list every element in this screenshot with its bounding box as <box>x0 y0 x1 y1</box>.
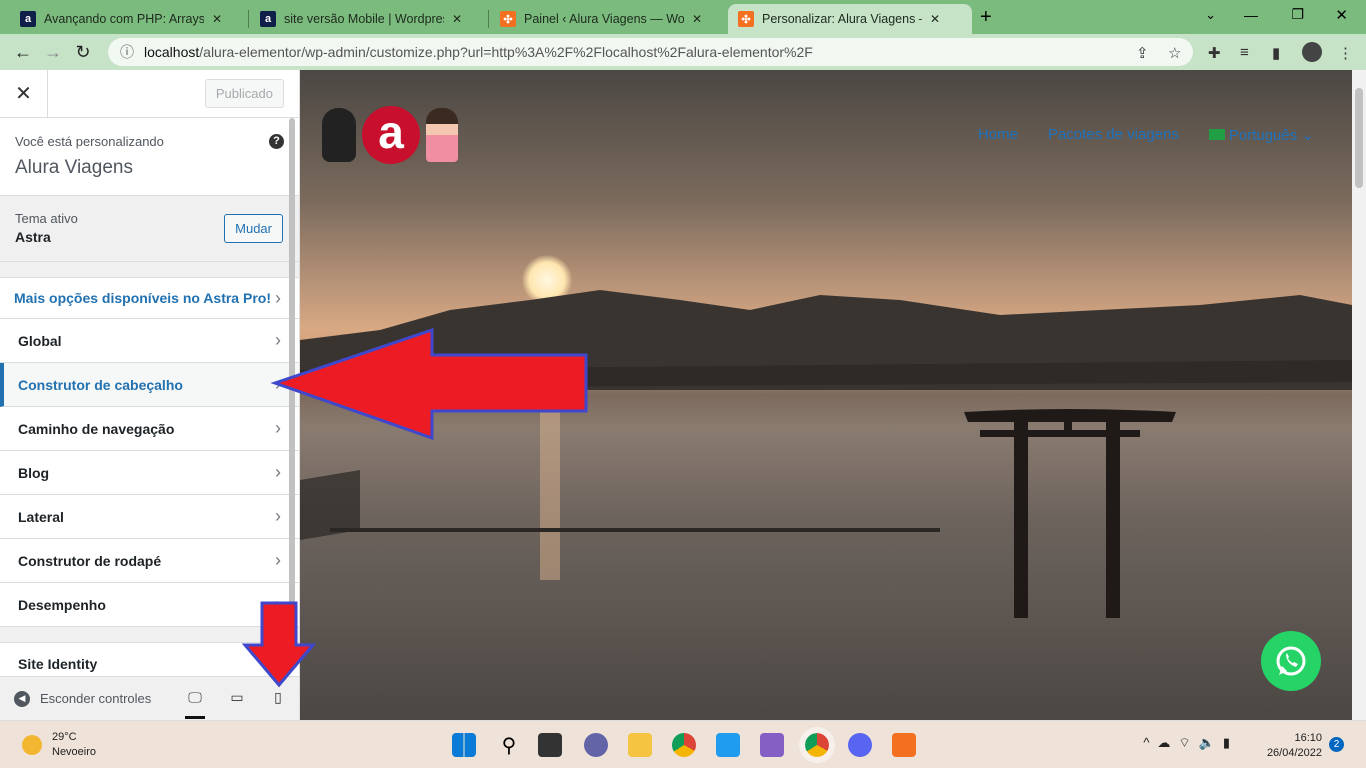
sidebar-scrollbar[interactable] <box>289 118 295 608</box>
alura-icon: a <box>260 11 276 27</box>
menu-home[interactable]: Home <box>978 126 1018 144</box>
chevron-right-icon: › <box>275 418 281 438</box>
search-icon[interactable]: ⚲ <box>497 733 521 757</box>
close-customizer-button[interactable]: ✕ <box>0 70 48 118</box>
share-icon[interactable]: ⇪ <box>1136 44 1149 62</box>
forward-button[interactable]: → <box>38 42 68 63</box>
astra-pro-link[interactable]: Mais opções disponíveis no Astra Pro! › <box>0 277 299 319</box>
menu-icon[interactable]: ⋮ <box>1338 44 1353 62</box>
close-tab-icon[interactable]: ✕ <box>452 12 462 26</box>
geisha-mascot-icon <box>426 108 458 162</box>
site-logo[interactable]: a <box>322 106 458 164</box>
chevron-right-icon: › <box>275 550 281 570</box>
section-performance[interactable]: Desempenho › <box>0 583 299 627</box>
file-explorer-icon[interactable] <box>628 733 652 757</box>
weather-icon <box>22 735 42 755</box>
vscode-icon[interactable] <box>716 733 740 757</box>
bookmark-star-icon[interactable]: ☆ <box>1168 44 1181 62</box>
chevron-right-icon: › <box>275 287 281 308</box>
media-icon[interactable]: ≡ <box>1240 44 1249 61</box>
minimize-button[interactable]: — <box>1244 7 1258 23</box>
section-header-builder[interactable]: Construtor de cabeçalho › <box>0 363 299 407</box>
browser-tab[interactable]: aAvançando com PHP: Arrays, Strings✕ <box>10 4 232 34</box>
profile-avatar[interactable] <box>1302 42 1322 62</box>
close-tab-icon[interactable]: ✕ <box>212 12 222 26</box>
weather-widget[interactable]: 29°C Nevoeiro <box>22 731 96 758</box>
close-tab-icon[interactable]: ✕ <box>930 12 940 26</box>
menu-language[interactable]: Português ⌄ <box>1208 126 1314 144</box>
whatsapp-icon <box>1276 646 1306 676</box>
section-global[interactable]: Global › <box>0 319 299 363</box>
visual-studio-icon[interactable] <box>760 733 784 757</box>
chevron-right-icon: › <box>275 506 281 526</box>
taskbar: 29°C Nevoeiro ⚲ ^☁︎⌔🔈▮ 16:10 26/04/2022 2 <box>0 720 1366 768</box>
close-tab-icon[interactable]: ✕ <box>692 12 702 26</box>
menu-packages[interactable]: Pacotes de viagens <box>1048 126 1179 144</box>
collapse-icon[interactable]: ◀ <box>14 690 30 707</box>
chrome-icon[interactable] <box>672 733 696 757</box>
alura-icon: a <box>20 11 36 27</box>
clock[interactable]: 16:10 26/04/2022 <box>1267 731 1322 761</box>
reload-button[interactable]: ↻ <box>68 42 98 63</box>
mobile-preview-icon[interactable]: ▯ <box>268 689 288 709</box>
extensions-icon[interactable]: ✚ <box>1208 44 1221 62</box>
tablet-preview-icon[interactable]: ▭ <box>227 689 247 709</box>
teams-icon[interactable] <box>584 733 608 757</box>
notification-badge[interactable]: 2 <box>1329 737 1344 752</box>
task-view-icon[interactable] <box>538 733 562 757</box>
publish-button[interactable]: Publicado <box>204 79 284 108</box>
customizer-sidebar: ✕ Publicado Você está personalizando Alu… <box>0 70 300 720</box>
site-name: Alura Viagens <box>15 157 133 178</box>
xampp-icon: ✣ <box>500 11 516 27</box>
desktop-preview-icon[interactable]: 🖵 <box>185 689 205 719</box>
tab-search-icon[interactable]: ⌄ <box>1205 7 1216 23</box>
alura-logo: a <box>362 106 420 164</box>
change-theme-button[interactable]: Mudar <box>224 214 283 243</box>
info-icon: ⓘ <box>120 44 134 60</box>
browser-tab-active[interactable]: ✣Personalizar: Alura Viagens – Só n✕ <box>728 4 972 34</box>
brazil-flag-icon <box>1208 129 1225 140</box>
browser-tab[interactable]: asite versão Mobile | Wordpress: i✕ <box>250 4 472 34</box>
hide-controls-button[interactable]: Esconder controles <box>40 691 151 706</box>
help-icon[interactable]: ? <box>269 134 284 149</box>
tab-bar: aAvançando com PHP: Arrays, Strings✕ asi… <box>0 0 1366 34</box>
side-panel-icon[interactable]: ▮ <box>1272 44 1280 62</box>
address-bar[interactable]: ⓘ localhost/alura-elementor/wp-admin/cust… <box>108 38 1193 66</box>
browser-toolbar: ← → ↻ ⓘ localhost/alura-elementor/wp-admi… <box>0 34 1366 70</box>
chrome-profile-icon[interactable] <box>799 727 835 763</box>
start-icon[interactable] <box>452 733 476 757</box>
landscape-graphic <box>300 290 1352 618</box>
section-footer-builder[interactable]: Construtor de rodapé › <box>0 539 299 583</box>
chevron-right-icon: › <box>275 330 281 350</box>
site-menu: Home Pacotes de viagens Português ⌄ <box>978 126 1314 144</box>
xampp-icon[interactable] <box>892 733 916 757</box>
whatsapp-button[interactable] <box>1261 631 1321 691</box>
new-tab-button[interactable]: + <box>980 6 992 29</box>
browser-tab[interactable]: ✣Painel ‹ Alura Viagens — WordPr✕ <box>490 4 712 34</box>
chevron-right-icon: › <box>275 462 281 482</box>
chevron-right-icon: › <box>275 594 281 614</box>
close-window-button[interactable]: ✕ <box>1335 6 1348 24</box>
back-button[interactable]: ← <box>8 42 38 63</box>
section-blog[interactable]: Blog › <box>0 451 299 495</box>
customizer-footer: ◀ Esconder controles 🖵 ▭ ▯ <box>0 676 299 720</box>
xampp-icon: ✣ <box>738 11 754 27</box>
section-breadcrumb[interactable]: Caminho de navegação › <box>0 407 299 451</box>
discord-icon[interactable] <box>848 733 872 757</box>
chevron-right-icon: › <box>275 374 281 394</box>
section-sidebar[interactable]: Lateral › <box>0 495 299 539</box>
restore-button[interactable]: ❐ <box>1291 6 1304 23</box>
preview-scrollbar[interactable] <box>1352 70 1366 720</box>
system-tray[interactable]: ^☁︎⌔🔈▮ <box>1143 735 1238 751</box>
ninja-mascot-icon <box>322 108 356 162</box>
site-preview[interactable]: a Home Pacotes de viagens Português ⌄ <box>300 70 1352 720</box>
